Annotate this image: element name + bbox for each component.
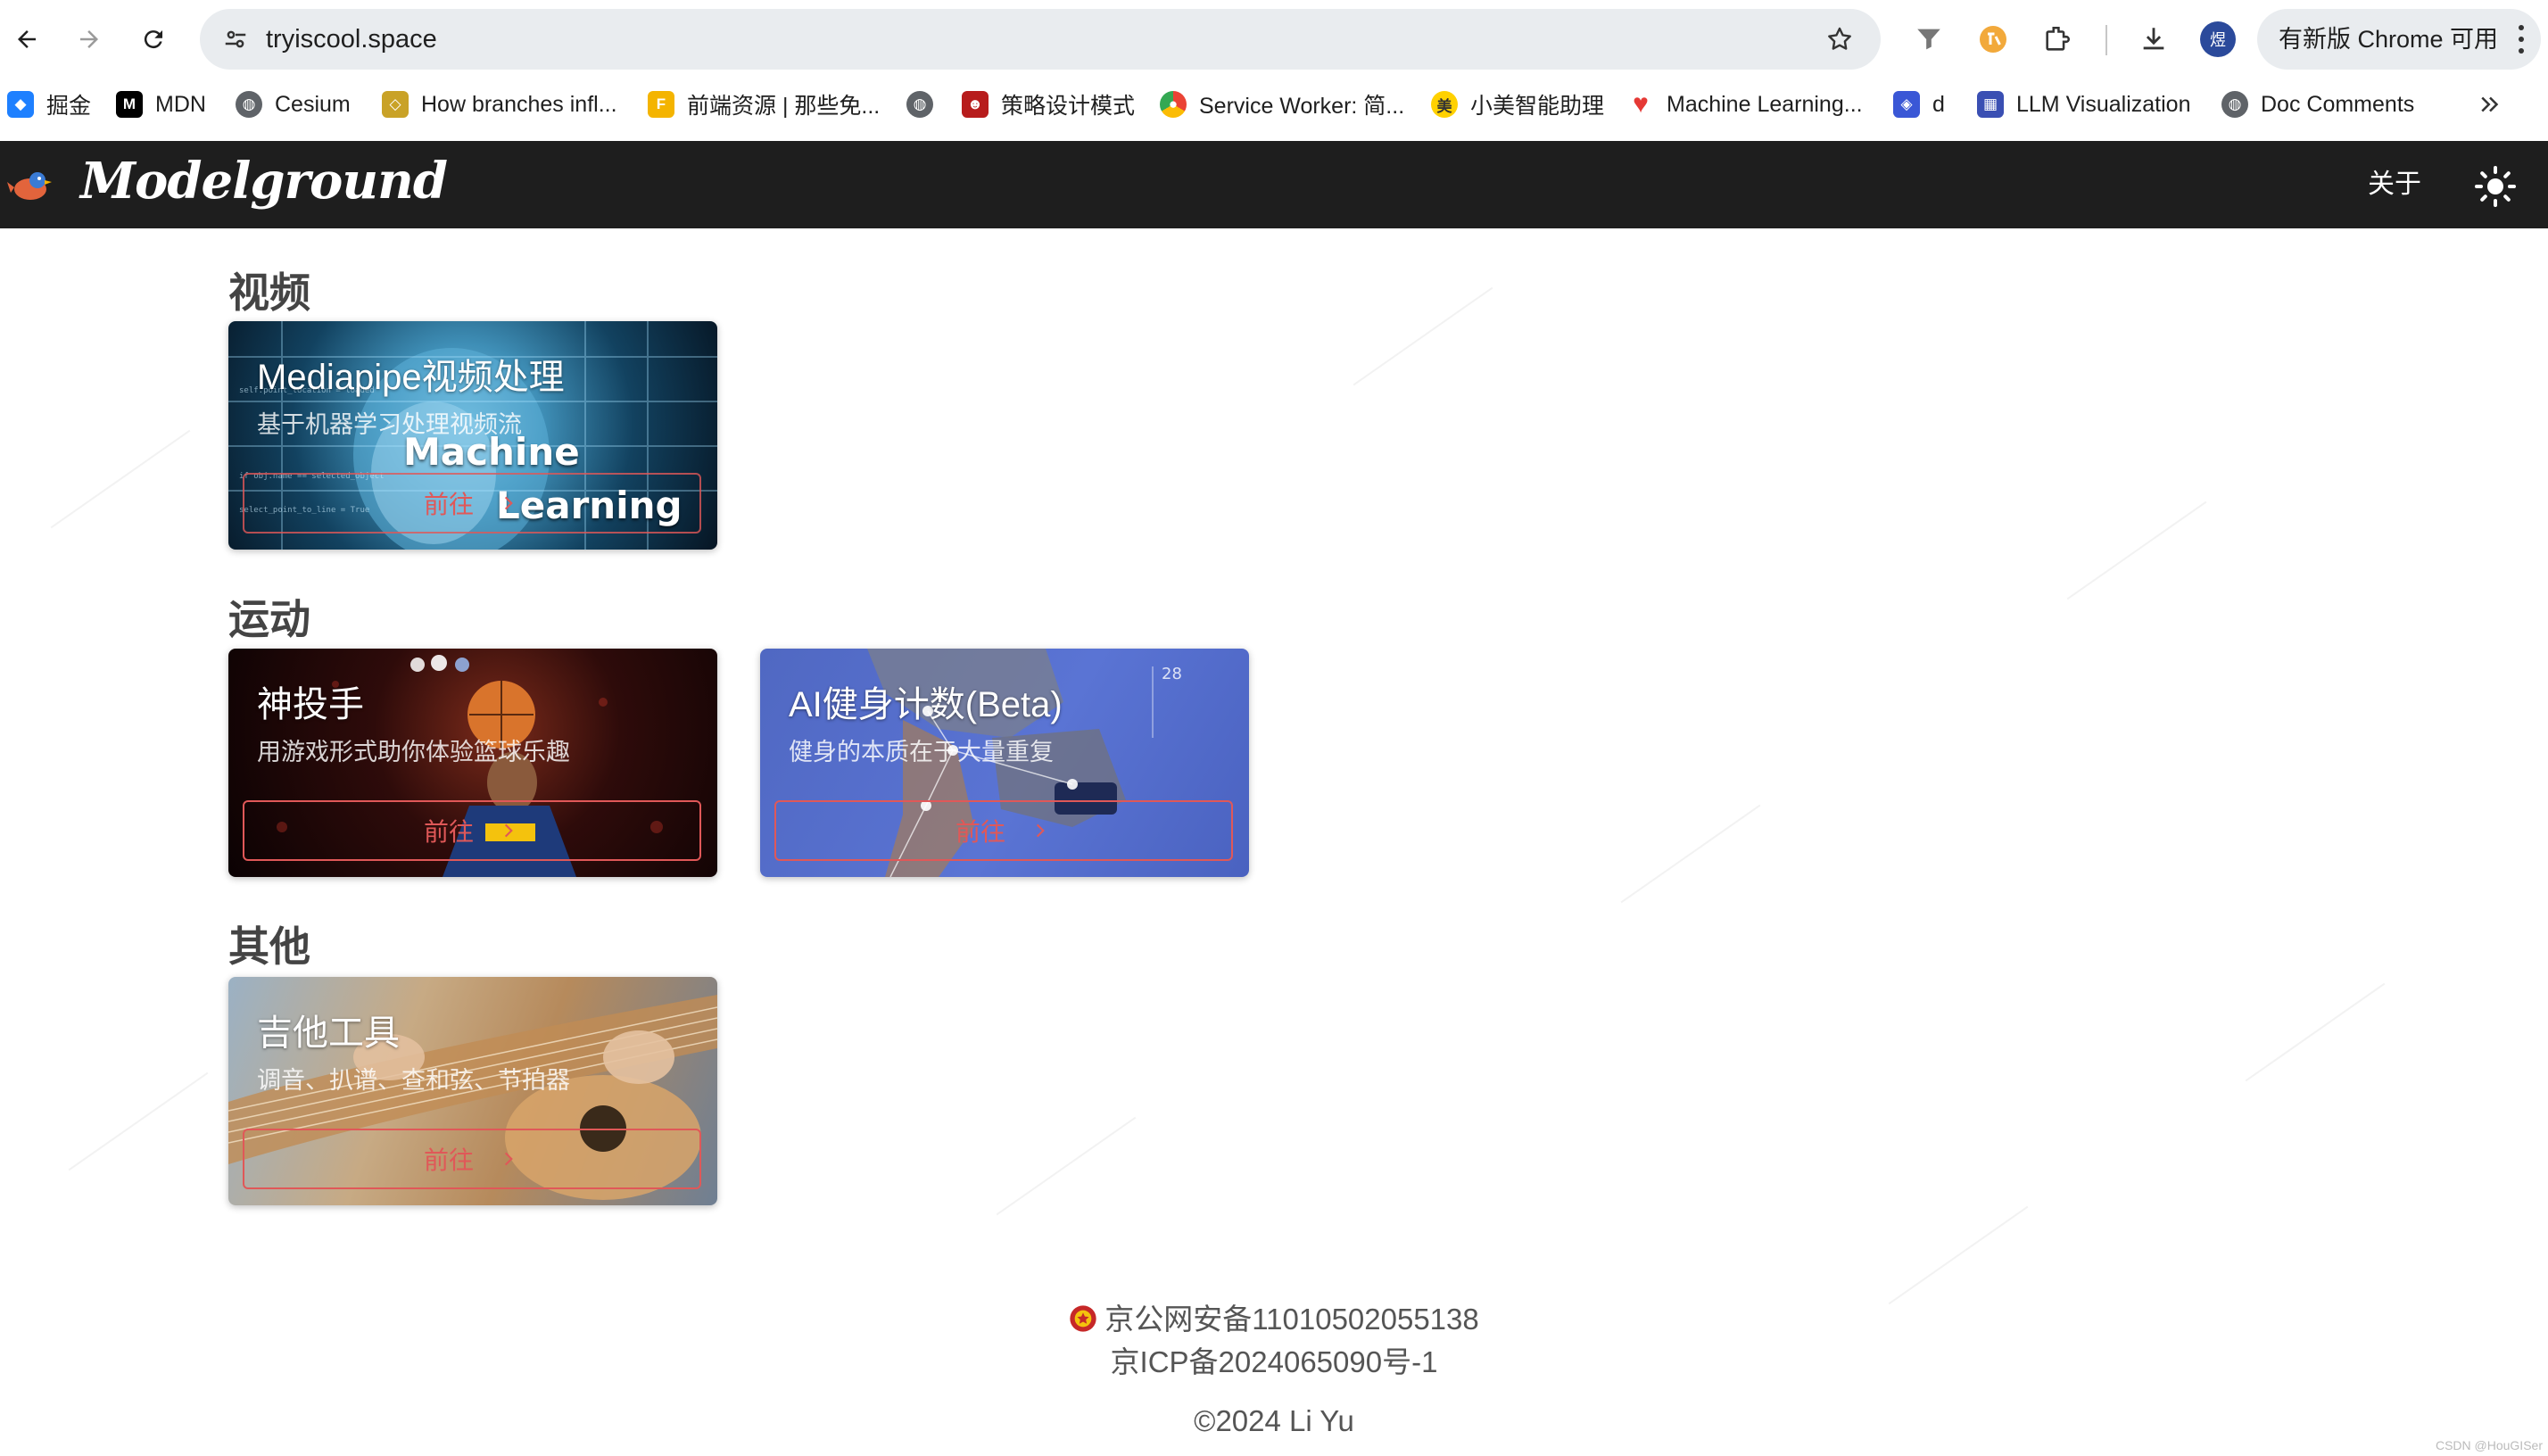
globe-icon: ◍	[906, 91, 933, 118]
toolbar-separator	[2105, 25, 2107, 55]
meituan-icon: 美	[1431, 91, 1458, 118]
watermark: CSDN @HouGISer	[2435, 1438, 2543, 1452]
bird-logo-icon[interactable]	[7, 166, 52, 205]
go-label: 前往	[423, 818, 474, 846]
globe-icon: ◍	[2221, 91, 2248, 118]
address-bar[interactable]: tryiscool.space	[200, 9, 1881, 70]
profile-avatar[interactable]: 煜	[2200, 21, 2236, 57]
bookmark-item[interactable]: ☻ 策略设计模式	[962, 79, 1135, 130]
download-icon[interactable]	[2132, 18, 2175, 61]
bookmark-item[interactable]: F 前端资源 | 那些免...	[648, 79, 880, 130]
chrome-icon: ●	[1160, 91, 1187, 118]
card-subtitle: 用游戏形式助你体验篮球乐趣	[257, 739, 570, 765]
bookmark-item[interactable]: ▦ LLM Visualization	[1977, 79, 2190, 130]
chevron-right-icon	[1029, 819, 1052, 842]
icp-record[interactable]: 京ICP备2024065090号-1	[0, 1338, 2548, 1381]
bookmark-item[interactable]: ◈ d	[1893, 79, 1945, 130]
browser-chrome: tryiscool.space 煜 有新版 Chrome 可用 ◆ 掘金 MMD…	[0, 0, 2548, 141]
chrome-update-button[interactable]: 有新版 Chrome 可用	[2257, 9, 2541, 70]
bookmark-item[interactable]: ● Service Worker: 简...	[1160, 79, 1404, 130]
go-label: 前往	[955, 818, 1005, 846]
juejin-icon: ◆	[7, 91, 34, 118]
bookmark-item[interactable]: ◇ How branches infl...	[382, 79, 617, 130]
reload-icon	[144, 30, 162, 49]
filter-extension-icon[interactable]	[1907, 18, 1950, 61]
section-title-video: 视频	[228, 269, 310, 316]
bookmark-item[interactable]: 美小美智能助理	[1431, 79, 1604, 130]
forward-button[interactable]	[68, 18, 111, 61]
card-subtitle: 调音、扒谱、查和弦、节拍器	[257, 1067, 570, 1094]
card-go-button[interactable]: 前往	[243, 473, 701, 534]
section-title-other: 其他	[228, 923, 310, 970]
section-title-sports: 运动	[228, 596, 310, 642]
chevron-right-icon	[497, 1147, 520, 1171]
bookmark-item[interactable]: ◍ Doc Comments	[2221, 79, 2414, 130]
bookmark-item[interactable]: ◆ 掘金	[7, 79, 91, 130]
card-title: AI健身计数(Beta)	[789, 685, 1063, 724]
card-shooter[interactable]: 神投手 用游戏形式助你体验篮球乐趣 前往	[228, 649, 717, 877]
bookmark-item[interactable]: ♥ Machine Learning...	[1627, 79, 1863, 130]
card-title: Mediapipe视频处理	[257, 358, 565, 397]
copyright: ©2024 Li Yu	[1194, 1404, 1354, 1437]
chevron-right-icon	[497, 492, 520, 515]
card-go-button[interactable]: 前往	[243, 1129, 701, 1189]
about-link[interactable]: 关于	[2368, 162, 2421, 207]
red-mascot-icon: ☻	[962, 91, 989, 118]
svg-text:28: 28	[1162, 665, 1182, 683]
chevron-right-icon	[497, 819, 520, 842]
card-mediapipe[interactable]: self.point_location = loaded if obj.name…	[228, 321, 717, 550]
tool-icon: ◈	[1893, 91, 1920, 118]
back-button[interactable]	[5, 18, 48, 61]
bookmark-item[interactable]: M MDN	[116, 79, 206, 130]
police-badge-icon	[1070, 1305, 1096, 1332]
bookmark-item[interactable]: ◍	[906, 79, 933, 130]
card-subtitle: 基于机器学习处理视频流	[257, 411, 522, 438]
card-fitness-counter[interactable]: 28 AI健身计数(Beta) 健身的本质在于大量重复 前往	[760, 649, 1249, 877]
bookmarks-bar: ◆ 掘金 M MDN ◍ Cesium ◇ How branches infl... F…	[0, 79, 2548, 130]
card-title: 神投手	[257, 685, 364, 724]
browser-toolbar: tryiscool.space 煜 有新版 Chrome 可用	[0, 0, 2548, 79]
chevron-double-right-icon[interactable]	[2469, 84, 2511, 125]
card-guitar-tools[interactable]: 吉他工具 调音、扒谱、查和弦、节拍器 前往	[228, 977, 717, 1205]
update-label: 有新版 Chrome 可用	[2279, 26, 2499, 53]
heart-icon: ♥	[1633, 89, 1649, 119]
bookmark-item[interactable]: ◍ Cesium	[236, 79, 351, 130]
site-title[interactable]: Modelground	[80, 152, 448, 211]
globe-icon: ◍	[236, 91, 262, 118]
grid-icon: ▦	[1977, 91, 2004, 118]
mdn-icon: M	[116, 91, 143, 118]
translate-extension-icon[interactable]	[1972, 18, 2014, 61]
police-record-line[interactable]: 京公网安备11010502055138	[0, 1295, 2548, 1338]
card-go-button[interactable]: 前往	[774, 800, 1233, 861]
police-record-text[interactable]: 京公网安备11010502055138	[1104, 1303, 1479, 1336]
site-header: Modelground 关于	[0, 141, 2548, 228]
card-subtitle: 健身的本质在于大量重复	[789, 739, 1054, 765]
card-go-button[interactable]: 前往	[243, 800, 701, 861]
extensions-puzzle-icon[interactable]	[2036, 18, 2079, 61]
go-label: 前往	[423, 1146, 474, 1174]
arrow-right-icon	[80, 30, 98, 48]
card-title: 吉他工具	[257, 1013, 400, 1053]
sun-theme-toggle-icon[interactable]	[2471, 162, 2519, 211]
site-settings-icon[interactable]	[218, 21, 253, 57]
arrow-left-icon	[18, 30, 36, 48]
url-text[interactable]: tryiscool.space	[266, 9, 437, 70]
kebab-menu-icon[interactable]	[2516, 25, 2527, 54]
go-label: 前往	[423, 491, 474, 518]
bookmark-star-icon[interactable]	[1822, 21, 1857, 57]
diamond-icon: ◇	[382, 91, 409, 118]
reload-button[interactable]	[132, 18, 175, 61]
bookmark-app-icon: F	[648, 91, 674, 118]
